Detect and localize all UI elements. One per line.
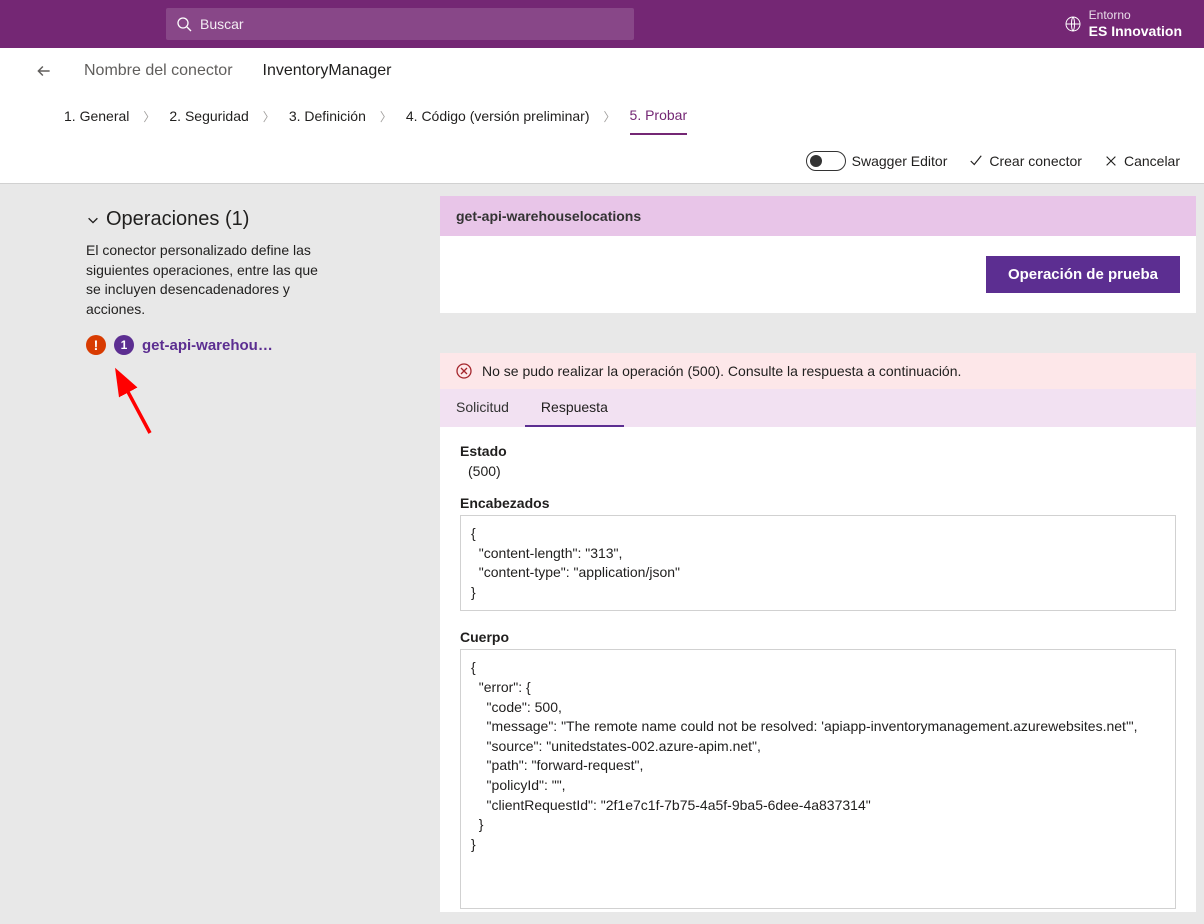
test-operation-row: Operación de prueba	[440, 236, 1196, 313]
environment-text: Entorno ES Innovation	[1089, 8, 1182, 39]
wizard-step-general[interactable]: 1. General	[64, 98, 129, 134]
search-icon	[176, 16, 192, 32]
error-banner: No se pudo realizar la operación (500). …	[440, 353, 1196, 389]
create-connector-button[interactable]: Crear conector	[969, 153, 1082, 169]
operations-description: El conector personalizado define las sig…	[86, 241, 326, 319]
wizard-step-test[interactable]: 5. Probar	[630, 97, 688, 135]
arrow-left-icon	[35, 62, 53, 80]
environment-value: ES Innovation	[1089, 23, 1182, 40]
cancel-label: Cancelar	[1124, 153, 1180, 169]
search-input[interactable]	[200, 16, 624, 32]
operation-item[interactable]: ! 1 get-api-warehou…	[86, 335, 384, 355]
tab-request[interactable]: Solicitud	[440, 389, 525, 427]
operation-index-badge: 1	[114, 335, 134, 355]
annotation-arrow	[108, 367, 406, 450]
globe-icon	[1065, 16, 1081, 32]
response-content: Estado (500) Encabezados { "content-leng…	[440, 427, 1196, 912]
operations-header[interactable]: Operaciones (1)	[86, 208, 384, 231]
operation-detail-panel: get-api-warehouselocations Operación de …	[420, 184, 1204, 924]
back-button[interactable]	[24, 62, 64, 80]
environment-label: Entorno	[1089, 8, 1182, 22]
status-label: Estado	[460, 443, 1176, 459]
wizard-step-code[interactable]: 4. Código (versión preliminar)	[406, 98, 590, 134]
chevron-right-icon: 〉	[263, 108, 275, 125]
action-bar: Swagger Editor Crear conector Cancelar	[0, 138, 1204, 184]
tab-response[interactable]: Respuesta	[525, 389, 624, 427]
chevron-right-icon: 〉	[604, 108, 616, 125]
cancel-button[interactable]: Cancelar	[1104, 153, 1180, 169]
chevron-right-icon: 〉	[380, 108, 392, 125]
error-icon	[456, 363, 472, 379]
wizard-step-security[interactable]: 2. Seguridad	[169, 98, 248, 134]
wizard-step-definition[interactable]: 3. Definición	[289, 98, 366, 134]
chevron-down-icon	[86, 213, 100, 227]
connector-header-row: Nombre del conector InventoryManager	[0, 48, 1204, 94]
main-content: Operaciones (1) El conector personalizad…	[0, 184, 1204, 924]
error-message: No se pudo realizar la operación (500). …	[482, 363, 961, 379]
wizard-steps: 1. General 〉 2. Seguridad 〉 3. Definició…	[0, 94, 1204, 138]
body-label: Cuerpo	[460, 629, 1176, 645]
create-connector-label: Crear conector	[989, 153, 1082, 169]
headers-value[interactable]: { "content-length": "313", "content-type…	[460, 515, 1176, 611]
operations-panel: Operaciones (1) El conector personalizad…	[0, 184, 420, 924]
close-icon	[1104, 154, 1118, 168]
search-box[interactable]	[166, 8, 634, 40]
check-icon	[969, 154, 983, 168]
swagger-label: Swagger Editor	[852, 153, 948, 169]
body-value[interactable]: { "error": { "code": 500, "message": "Th…	[460, 649, 1176, 909]
connector-label: Nombre del conector	[84, 62, 233, 80]
request-response-tabs: Solicitud Respuesta	[440, 389, 1196, 427]
operation-name: get-api-warehou…	[142, 337, 273, 354]
operation-title-bar: get-api-warehouselocations	[440, 196, 1196, 236]
headers-label: Encabezados	[460, 495, 1176, 511]
chevron-right-icon: 〉	[143, 108, 155, 125]
environment-selector[interactable]: Entorno ES Innovation	[1065, 8, 1188, 39]
swagger-toggle[interactable]: Swagger Editor	[806, 151, 948, 171]
operations-title: Operaciones (1)	[106, 208, 249, 231]
app-header: Entorno ES Innovation	[0, 0, 1204, 48]
status-value: (500)	[468, 463, 1176, 479]
warning-icon: !	[86, 335, 106, 355]
toggle-switch[interactable]	[806, 151, 846, 171]
test-operation-button[interactable]: Operación de prueba	[986, 256, 1180, 293]
connector-name: InventoryManager	[263, 62, 392, 80]
